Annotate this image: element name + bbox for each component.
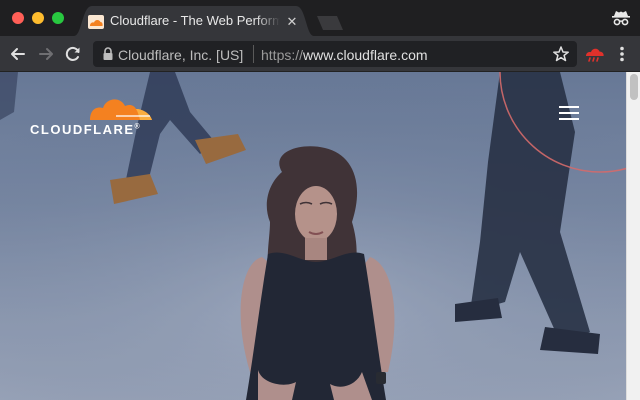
url-scheme: https:// xyxy=(261,47,304,63)
site-identity[interactable]: Cloudflare, Inc. [US] xyxy=(118,47,243,63)
logo-registered-mark: ® xyxy=(134,123,142,131)
star-icon[interactable] xyxy=(552,45,570,63)
window-maximize-button[interactable] xyxy=(52,12,64,24)
tab-strip: Cloudflare - The Web Performance & Secur… xyxy=(0,0,640,36)
cloudflare-favicon-icon xyxy=(88,15,104,29)
page-scrollbar[interactable] xyxy=(626,72,640,400)
cloudflare-extension-icon[interactable] xyxy=(584,45,606,63)
tab-close-icon[interactable]: ✕ xyxy=(285,15,299,29)
incognito-icon xyxy=(611,9,631,27)
window-minimize-button[interactable] xyxy=(32,12,44,24)
hamburger-menu-icon[interactable] xyxy=(558,104,580,122)
lock-icon[interactable] xyxy=(102,47,114,61)
omnibox-divider xyxy=(253,45,254,63)
tab-title: Cloudflare - The Web Performance & Secur… xyxy=(110,13,280,31)
reload-icon[interactable] xyxy=(63,44,83,64)
url-text[interactable]: https://www.cloudflare.com xyxy=(261,47,428,63)
browser-toolbar: Cloudflare, Inc. [US] https://www.cloudf… xyxy=(0,36,640,72)
logo-wordmark[interactable]: CLOUDFLARE® xyxy=(30,122,141,137)
back-arrow-icon[interactable] xyxy=(8,44,28,64)
scrollbar-thumb[interactable] xyxy=(630,74,638,100)
window-close-button[interactable] xyxy=(12,12,24,24)
url-host: www.cloudflare.com xyxy=(303,47,428,63)
address-bar[interactable]: Cloudflare, Inc. [US] https://www.cloudf… xyxy=(93,41,577,67)
forward-arrow-icon[interactable] xyxy=(36,44,56,64)
more-menu-icon[interactable] xyxy=(616,45,628,63)
logo-text: CLOUDFLARE xyxy=(30,122,135,137)
page-viewport: CLOUDFLARE® xyxy=(0,72,626,400)
new-tab-button[interactable] xyxy=(313,16,343,30)
